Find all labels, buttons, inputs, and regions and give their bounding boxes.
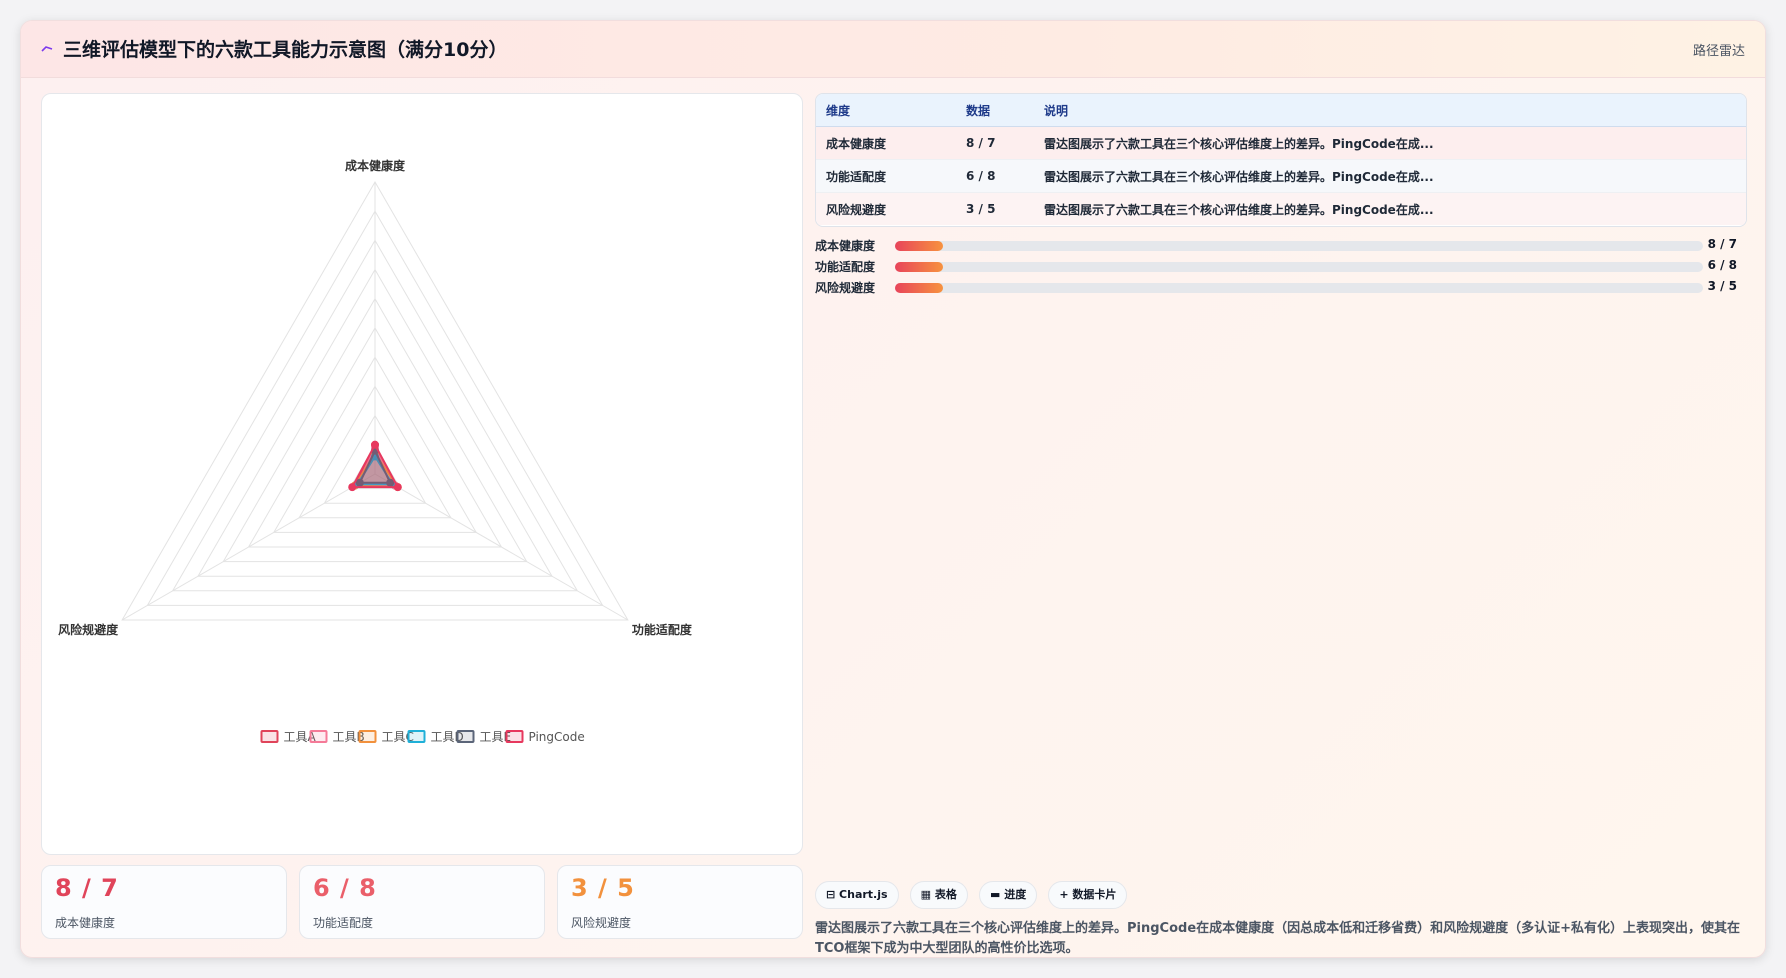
progress-label: 风险规避度 bbox=[815, 281, 876, 295]
table-header-row: 维度 数据 说明 bbox=[816, 94, 1746, 127]
progress-row-risk: 风险规避度 3 / 5 bbox=[815, 277, 1745, 297]
table-cell: 8 / 7 bbox=[956, 126, 1034, 160]
data-point bbox=[348, 483, 357, 492]
table-row: 风险规避度 3 / 5 雷达图展示了六款工具在三个核心评估维度上的差异。Ping… bbox=[816, 192, 1746, 225]
legend-label: PingCode bbox=[529, 730, 585, 744]
table-cell: 雷达图展示了六款工具在三个核心评估维度上的差异。PingCode在成... bbox=[1034, 159, 1746, 193]
table-cell: 成本健康度 bbox=[816, 126, 956, 160]
stat-card-cost: 8 / 7 成本健康度 bbox=[41, 865, 287, 939]
table-cell: 雷达图展示了六款工具在三个核心评估维度上的差异。PingCode在成... bbox=[1034, 192, 1746, 225]
axis-label: 风险规避度 bbox=[58, 622, 119, 637]
progress-label: 功能适配度 bbox=[815, 260, 876, 274]
stat-label: 风险规避度 bbox=[571, 916, 632, 930]
chip-data-card[interactable]: + 数据卡片 bbox=[1048, 881, 1128, 909]
stat-value: 3 / 5 bbox=[571, 874, 635, 902]
legend-swatch bbox=[505, 730, 524, 743]
table-header: 数据 bbox=[956, 94, 1034, 127]
chip-table[interactable]: ▦ 表格 bbox=[909, 881, 968, 909]
table-row: 成本健康度 8 / 7 雷达图展示了六款工具在三个核心评估维度上的差异。Ping… bbox=[816, 126, 1746, 160]
stat-card-risk: 3 / 5 风险规避度 bbox=[557, 865, 803, 939]
legend-swatch bbox=[309, 730, 328, 743]
progress-track bbox=[895, 283, 1703, 293]
table-cell: 风险规避度 bbox=[816, 192, 956, 225]
page-title: 三维评估模型下的六款工具能力示意图（满分10分） bbox=[63, 39, 508, 61]
main-card: 三维评估模型下的六款工具能力示意图（满分10分） 路径雷达 成本健康度 功能适配度… bbox=[20, 20, 1766, 958]
card-header: 三维评估模型下的六款工具能力示意图（满分10分） 路径雷达 bbox=[21, 21, 1765, 78]
stat-value: 8 / 7 bbox=[55, 874, 119, 902]
table-cell: 3 / 5 bbox=[956, 192, 1034, 225]
progress-fill bbox=[895, 262, 944, 272]
series-area bbox=[350, 442, 400, 489]
progress-label: 成本健康度 bbox=[815, 239, 876, 253]
legend-swatch bbox=[358, 730, 377, 743]
progress-track bbox=[895, 262, 1703, 272]
stat-value: 6 / 8 bbox=[313, 874, 377, 902]
chart-logo-icon bbox=[41, 46, 53, 52]
legend-swatch bbox=[407, 730, 426, 743]
table-cell: 功能适配度 bbox=[816, 159, 956, 193]
view-chips: ⊟ Chart.js ▦ 表格 ▬ 进度 + 数据卡片 bbox=[815, 881, 1133, 909]
stat-label: 功能适配度 bbox=[313, 916, 374, 930]
progress-fill bbox=[895, 283, 944, 293]
radar-chart-panel: 成本健康度 功能适配度 风险规避度 工具A 工具B 工具C 工具D 工具E PingCode bbox=[41, 93, 803, 855]
progress-row-function: 功能适配度 6 / 8 bbox=[815, 256, 1745, 276]
axis-label: 成本健康度 bbox=[345, 158, 406, 173]
stat-card-function: 6 / 8 功能适配度 bbox=[299, 865, 545, 939]
legend-swatch bbox=[260, 730, 279, 743]
data-table: 维度 数据 说明 成本健康度 8 / 7 雷达图展示了六款工具在三个核心评估维度… bbox=[815, 93, 1747, 227]
table-cell: 雷达图展示了六款工具在三个核心评估维度上的差异。PingCode在成... bbox=[1034, 126, 1746, 160]
table-cell: 6 / 8 bbox=[956, 159, 1034, 193]
progress-value: 3 / 5 bbox=[1707, 279, 1737, 293]
axis-label: 功能适配度 bbox=[632, 622, 693, 637]
chart-description: 雷达图展示了六款工具在三个核心评估维度上的差异。PingCode在成本健康度（因… bbox=[815, 921, 1741, 956]
progress-fill bbox=[895, 241, 944, 251]
progress-value: 8 / 7 bbox=[1707, 237, 1737, 251]
route-radar-link[interactable]: 路径雷达 bbox=[1693, 40, 1745, 59]
radar-chart: 成本健康度功能适配度风险规避度工具A 工具B 工具C 工具D 工具E PingCode bbox=[58, 158, 693, 744]
table-header: 说明 bbox=[1034, 94, 1746, 127]
data-point bbox=[371, 440, 379, 449]
chip-chartjs[interactable]: ⊟ Chart.js bbox=[815, 881, 899, 909]
stat-label: 成本健康度 bbox=[55, 916, 116, 930]
table-row: 功能适配度 6 / 8 雷达图展示了六款工具在三个核心评估维度上的差异。Ping… bbox=[816, 159, 1746, 193]
table-header: 维度 bbox=[816, 94, 956, 127]
data-point bbox=[393, 483, 402, 492]
progress-row-cost: 成本健康度 8 / 7 bbox=[815, 235, 1745, 255]
progress-track bbox=[895, 241, 1703, 251]
chip-progress[interactable]: ▬ 进度 bbox=[978, 881, 1038, 909]
legend-swatch bbox=[456, 730, 475, 743]
progress-value: 6 / 8 bbox=[1707, 258, 1737, 272]
